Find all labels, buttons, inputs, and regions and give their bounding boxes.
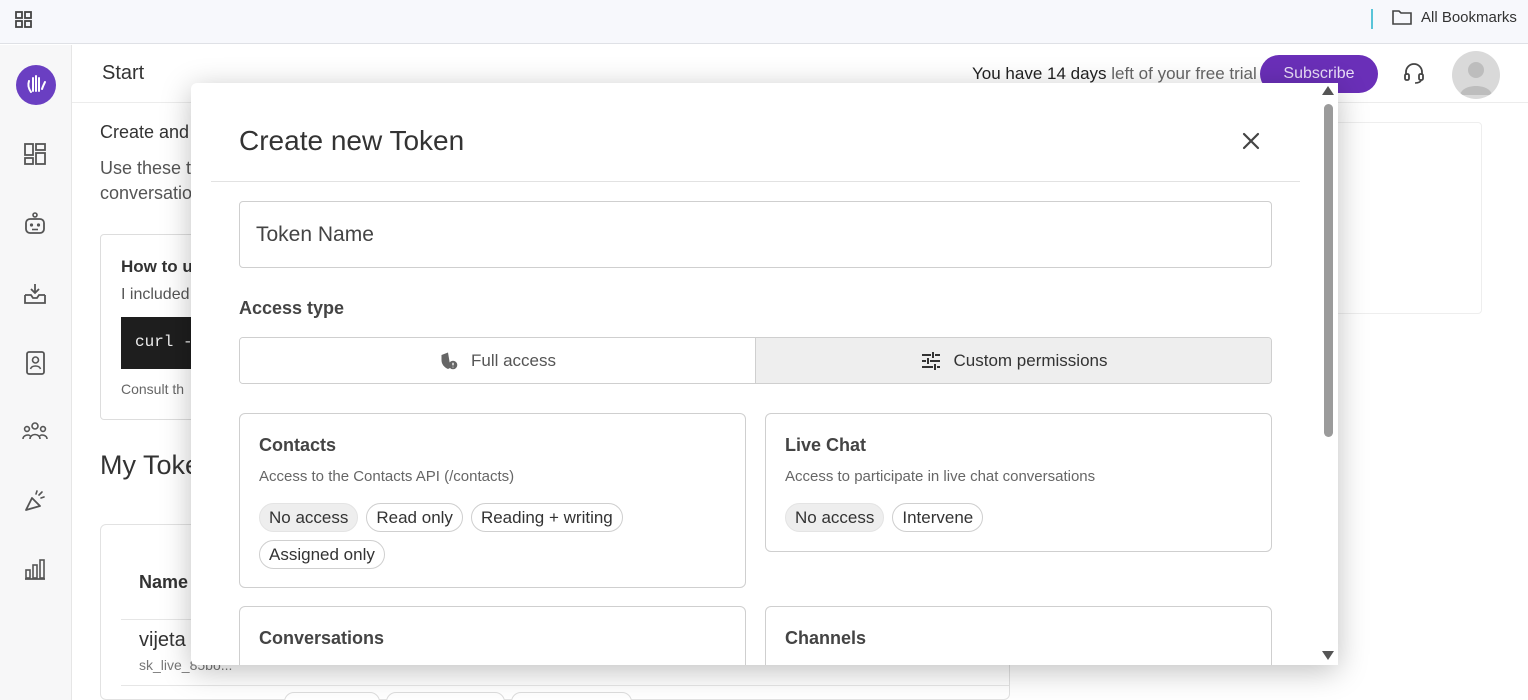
intro-description: Use these t conversatio <box>100 156 192 206</box>
live-chat-title: Live Chat <box>785 435 867 455</box>
all-bookmarks-label: All Bookmarks <box>1421 8 1517 26</box>
scroll-up-arrow-icon[interactable] <box>1322 86 1334 95</box>
apps-grid-icon[interactable] <box>14 10 34 30</box>
folder-icon <box>1392 10 1412 25</box>
sidebar <box>0 45 72 700</box>
contacts-description: Access to the Contacts API (/contacts) <box>259 468 515 485</box>
custom-permissions-option[interactable]: Custom permissions <box>755 338 1271 383</box>
dashboard-icon[interactable] <box>22 141 48 167</box>
intro-text: Create and <box>100 122 190 142</box>
bookmarks-divider <box>1371 9 1373 29</box>
live-chat-intervene-chip[interactable]: Intervene <box>892 503 984 532</box>
channels-permission-card: Channels <box>765 606 1272 665</box>
sliders-icon <box>921 351 940 370</box>
table-divider <box>121 685 1009 686</box>
close-icon[interactable] <box>1239 129 1263 153</box>
hand-logo-icon <box>27 75 46 93</box>
trial-notice: You have 14 days left of your free trial <box>972 64 1257 84</box>
user-avatar-icon <box>1460 62 1492 95</box>
analytics-icon[interactable] <box>22 556 48 582</box>
contacts-options: No access Read only Reading + writing As… <box>259 503 729 569</box>
contacts-title: Contacts <box>259 435 337 455</box>
campaign-icon[interactable] <box>22 488 48 514</box>
page-title: Start <box>102 62 145 84</box>
pill-button[interactable] <box>386 692 505 700</box>
bot-icon[interactable] <box>22 211 48 237</box>
side-card <box>1320 122 1482 314</box>
trial-suffix: left of your free trial <box>1106 64 1257 83</box>
all-bookmarks-button[interactable]: All Bookmarks <box>1391 8 1517 26</box>
contacts-book-icon[interactable] <box>22 350 48 376</box>
access-type-toggle: Full access Custom permissions <box>239 337 1272 384</box>
modal-title: Create new Token <box>239 125 465 156</box>
live-chat-options: No access Intervene <box>785 503 1255 532</box>
create-token-modal: Create new Token Access type Full access… <box>191 83 1338 665</box>
channels-title: Channels <box>785 628 867 648</box>
contacts-assigned-only-chip[interactable]: Assigned only <box>259 540 385 569</box>
live-chat-no-access-chip[interactable]: No access <box>785 503 885 532</box>
support-headset-icon[interactable] <box>1402 61 1426 85</box>
trial-days: You have 14 days <box>972 64 1107 83</box>
live-chat-permission-card: Live Chat Access to participate in live … <box>765 413 1272 552</box>
full-access-option[interactable]: Full access <box>240 338 755 383</box>
token-row-name: vijeta <box>139 629 186 651</box>
intro-description-line2: conversatio <box>100 183 193 203</box>
full-access-label: Full access <box>470 350 557 370</box>
modal-divider <box>211 181 1300 182</box>
consult-text: Consult th <box>121 381 185 397</box>
howto-text: I included <box>121 286 190 303</box>
pill-button[interactable] <box>284 692 380 700</box>
howto-heading: How to u <box>121 257 193 276</box>
conversations-title: Conversations <box>259 628 385 648</box>
scroll-down-arrow-icon[interactable] <box>1322 651 1334 660</box>
bookmarks-bar: All Bookmarks <box>0 0 1528 44</box>
modal-scrollbar-thumb[interactable] <box>1324 104 1333 437</box>
my-tokens-heading: My Toke <box>100 450 201 480</box>
shield-icon <box>441 352 458 369</box>
contacts-reading-writing-chip[interactable]: Reading + writing <box>470 503 623 532</box>
app-logo[interactable] <box>16 65 56 105</box>
conversations-permission-card: Conversations <box>239 606 746 665</box>
team-icon[interactable] <box>22 419 48 445</box>
live-chat-description: Access to participate in live chat conve… <box>785 468 1096 485</box>
custom-permissions-label: Custom permissions <box>953 350 1108 370</box>
table-header-name: Name <box>139 572 189 592</box>
intro-description-line1: Use these t <box>100 158 192 178</box>
contacts-no-access-chip[interactable]: No access <box>259 503 359 532</box>
contacts-permission-card: Contacts Access to the Contacts API (/co… <box>239 413 746 588</box>
token-name-input[interactable] <box>239 201 1272 268</box>
user-avatar[interactable] <box>1452 51 1500 99</box>
access-type-label: Access type <box>239 298 345 318</box>
inbox-icon[interactable] <box>22 281 48 307</box>
contacts-read-only-chip[interactable]: Read only <box>366 503 463 532</box>
pill-button[interactable] <box>511 692 632 700</box>
